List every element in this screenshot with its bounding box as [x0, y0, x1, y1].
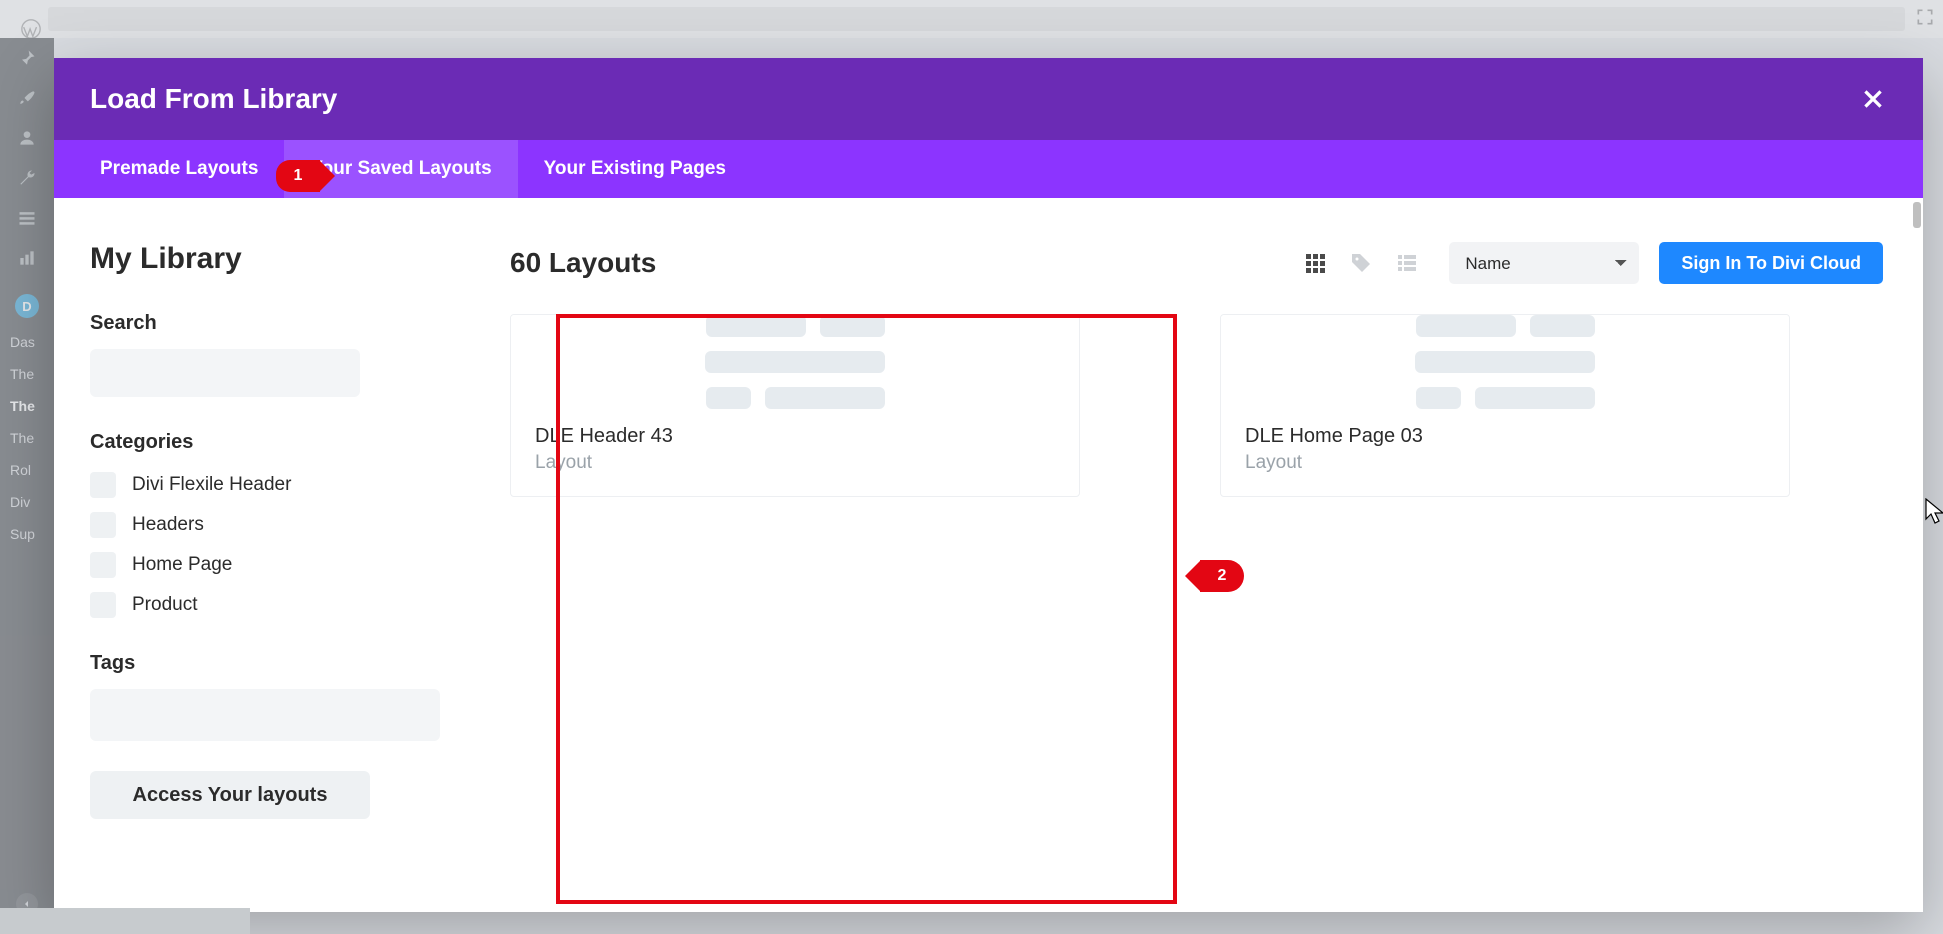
- video-player-bar: [0, 908, 250, 934]
- layout-card[interactable]: DLE Header 43 Layout: [510, 314, 1080, 497]
- library-filters: My Library Search Categories Divi Flexil…: [54, 198, 494, 912]
- layout-title: DLE Header 43: [535, 425, 1055, 448]
- layout-cards: DLE Header 43 Layout DLE Home Page 03: [494, 314, 1883, 497]
- tab-your-existing-pages[interactable]: Your Existing Pages: [518, 140, 752, 198]
- category-label: Home Page: [132, 554, 232, 576]
- layout-type: Layout: [535, 452, 1055, 474]
- layout-thumbnail: [1221, 315, 1789, 409]
- modal-header: Load From Library: [54, 58, 1923, 140]
- tag-view-icon[interactable]: [1349, 251, 1373, 275]
- layouts-count: 60 Layouts: [510, 247, 656, 279]
- layout-meta: DLE Home Page 03 Layout: [1221, 409, 1789, 496]
- library-heading: My Library: [90, 242, 458, 276]
- category-item[interactable]: Home Page: [90, 548, 458, 582]
- category-item[interactable]: Product: [90, 588, 458, 622]
- tab-label: Your Saved Layouts: [310, 158, 491, 180]
- category-checkbox[interactable]: [90, 512, 116, 538]
- layout-thumbnail: [511, 315, 1079, 409]
- annotation-step-2: 2: [1200, 560, 1244, 592]
- view-switcher: [1303, 251, 1419, 275]
- grid-view-icon[interactable]: [1303, 251, 1327, 275]
- signin-divi-cloud-button[interactable]: Sign In To Divi Cloud: [1659, 242, 1883, 284]
- search-label: Search: [90, 312, 458, 335]
- modal-body: My Library Search Categories Divi Flexil…: [54, 198, 1923, 912]
- search-input[interactable]: [90, 349, 360, 397]
- access-layouts-label: Access Your layouts: [133, 784, 328, 807]
- category-label: Product: [132, 594, 197, 616]
- category-list: Divi Flexile Header Headers Home Page Pr…: [90, 468, 458, 622]
- layout-card[interactable]: DLE Home Page 03 Layout: [1220, 314, 1790, 497]
- category-item[interactable]: Headers: [90, 508, 458, 542]
- sort-select[interactable]: Name: [1449, 242, 1639, 284]
- content-toolbar: 60 Layouts Name Sign In To Di: [494, 242, 1883, 284]
- tags-input[interactable]: [90, 689, 440, 741]
- close-icon[interactable]: [1859, 85, 1887, 113]
- library-content: 60 Layouts Name Sign In To Di: [494, 198, 1923, 912]
- annotation-step-1: 1: [276, 160, 320, 192]
- category-checkbox[interactable]: [90, 592, 116, 618]
- list-view-icon[interactable]: [1395, 251, 1419, 275]
- category-checkbox[interactable]: [90, 472, 116, 498]
- layout-type: Layout: [1245, 452, 1765, 474]
- category-item[interactable]: Divi Flexile Header: [90, 468, 458, 502]
- tab-premade-layouts[interactable]: Premade Layouts: [74, 140, 284, 198]
- category-label: Headers: [132, 514, 204, 536]
- category-label: Divi Flexile Header: [132, 474, 291, 496]
- layout-meta: DLE Header 43 Layout: [511, 409, 1079, 496]
- cursor-icon: [1925, 498, 1943, 529]
- layout-title: DLE Home Page 03: [1245, 425, 1765, 448]
- category-checkbox[interactable]: [90, 552, 116, 578]
- tags-label: Tags: [90, 652, 458, 675]
- modal-title: Load From Library: [90, 83, 337, 115]
- access-layouts-button[interactable]: Access Your layouts: [90, 771, 370, 819]
- categories-label: Categories: [90, 431, 458, 454]
